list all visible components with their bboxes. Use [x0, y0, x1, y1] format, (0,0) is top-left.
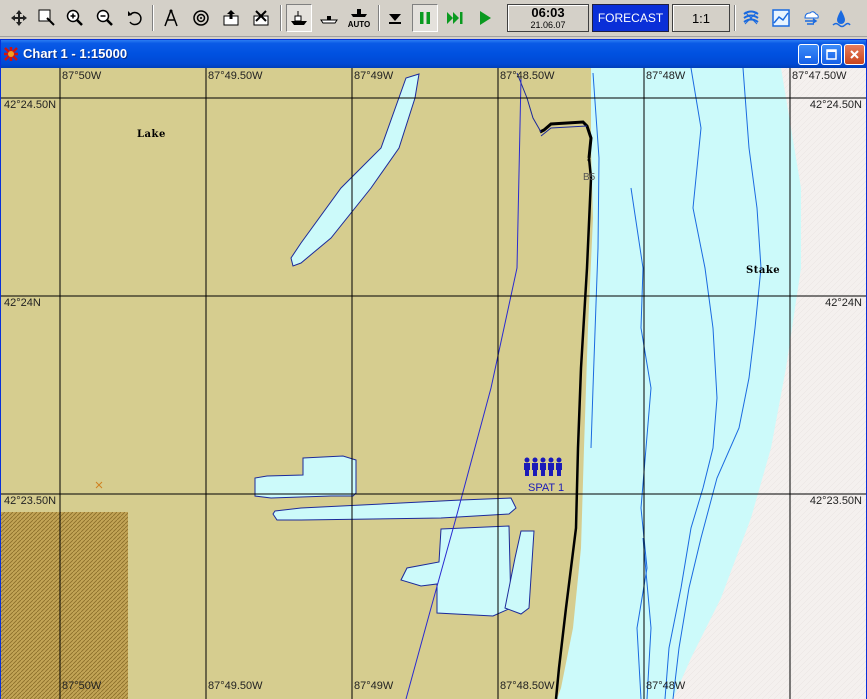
bottom-lon-label: 87°48.50W — [500, 680, 555, 692]
currents-icon — [743, 10, 759, 25]
currents-button[interactable] — [738, 4, 764, 32]
auto-label: AUTO — [347, 20, 371, 29]
zoom-window-button[interactable] — [34, 4, 60, 32]
left-lat-label: 42°24.50N — [4, 99, 57, 111]
harbor-basin-main — [400, 525, 512, 617]
target-label[interactable]: SPAT 1 — [528, 482, 564, 494]
right-lat-label: 42°24.50N — [809, 99, 862, 111]
pause-icon — [420, 12, 430, 24]
time-scale-button[interactable]: 1:1 — [672, 4, 730, 32]
fast-forward-button[interactable] — [442, 4, 468, 32]
stop-button[interactable] — [382, 4, 408, 32]
chart-layers-button[interactable] — [768, 4, 794, 32]
chart-graphics — [1, 68, 866, 699]
top-lon-label: 87°49.50W — [208, 70, 263, 82]
window-title: Chart 1 - 1:15000 — [23, 46, 128, 61]
undo-button[interactable] — [122, 4, 148, 32]
minimize-icon — [805, 56, 811, 58]
export-icon — [223, 10, 239, 26]
bottom-lon-label: 87°49.50W — [208, 680, 263, 692]
zoom-in-button[interactable] — [62, 4, 88, 32]
clock-date: 21.06.07 — [530, 20, 566, 30]
weather-button[interactable] — [798, 4, 824, 32]
pause-button[interactable] — [412, 4, 438, 32]
delete-route-icon — [253, 10, 269, 26]
app-icon — [4, 47, 18, 61]
tide-icon — [832, 10, 851, 28]
play-button[interactable] — [472, 4, 498, 32]
measure-tool-button[interactable] — [158, 4, 184, 32]
spat-target-icon — [524, 457, 562, 476]
clock-time: 06:03 — [531, 5, 565, 20]
nautical-chart-canvas[interactable]: 87°50W 87°49.50W 87°49W 87°48.50W 87°48W… — [1, 68, 866, 699]
place-label-stake: Stake — [746, 265, 781, 276]
bottom-lon-label: 87°48W — [646, 680, 686, 692]
zoom-out-button[interactable] — [92, 4, 118, 32]
window-titlebar[interactable]: Chart 1 - 1:15000 — [1, 40, 866, 68]
play-icon — [480, 11, 491, 25]
maximize-icon — [826, 49, 837, 60]
export-button[interactable] — [218, 4, 244, 32]
harbor-basin-upper — [254, 455, 357, 499]
right-lat-label: 42°23.50N — [809, 495, 862, 507]
auto-button[interactable]: AUTO — [346, 4, 372, 32]
simulation-clock: 06:03 21.06.07 — [507, 4, 589, 32]
bottom-lon-label: 87°49W — [354, 680, 394, 692]
left-lat-label: 42°23.50N — [4, 495, 57, 507]
ship-profile-button[interactable] — [316, 4, 342, 32]
compass-divider-icon — [164, 9, 178, 27]
bottom-lon-label: 87°50W — [62, 680, 102, 692]
zoom-window-icon — [38, 9, 55, 26]
waypoint-x-marker — [95, 481, 103, 489]
undo-icon — [128, 11, 142, 26]
restricted-hatched-area — [1, 512, 128, 699]
close-button[interactable] — [844, 44, 865, 65]
minimize-button[interactable] — [798, 44, 819, 65]
lake-shape — [290, 73, 420, 267]
ship-icon — [291, 11, 307, 25]
zoom-out-icon — [96, 9, 113, 26]
target-icon — [193, 10, 209, 26]
fast-forward-icon — [447, 12, 463, 24]
top-lon-label: 87°50W — [62, 70, 102, 82]
pan-icon — [11, 10, 27, 26]
buoy-label: B5 — [583, 172, 596, 183]
chart-window: Chart 1 - 1:15000 87°50W 87°49.50W 87°49… — [0, 39, 867, 699]
buoy-marker — [587, 158, 591, 162]
tide-button[interactable] — [828, 4, 854, 32]
top-lon-label: 87°48.50W — [500, 70, 555, 82]
weather-icon — [804, 11, 819, 25]
top-lon-label: 87°47.50W — [792, 70, 847, 82]
zoom-in-icon — [66, 9, 83, 26]
main-toolbar: AUTO 06:03 21.06.07 FORECAST 1:1 — [0, 0, 867, 37]
pan-tool-button[interactable] — [6, 4, 32, 32]
maximize-button[interactable] — [821, 44, 842, 65]
place-label-lake: Lake — [137, 129, 166, 140]
delete-route-button[interactable] — [248, 4, 274, 32]
target-button[interactable] — [188, 4, 214, 32]
close-icon — [850, 50, 859, 59]
top-lon-label: 87°48W — [646, 70, 686, 82]
chart-layers-icon — [772, 9, 790, 27]
ship-profile-icon — [320, 16, 338, 24]
right-lat-label: 42°24N — [825, 297, 862, 309]
stop-icon — [389, 14, 401, 24]
channel-long — [272, 497, 517, 521]
own-ship-button[interactable] — [286, 4, 312, 32]
forecast-button[interactable]: FORECAST — [592, 4, 669, 32]
top-lon-label: 87°49W — [354, 70, 394, 82]
left-lat-label: 42°24N — [4, 297, 41, 309]
